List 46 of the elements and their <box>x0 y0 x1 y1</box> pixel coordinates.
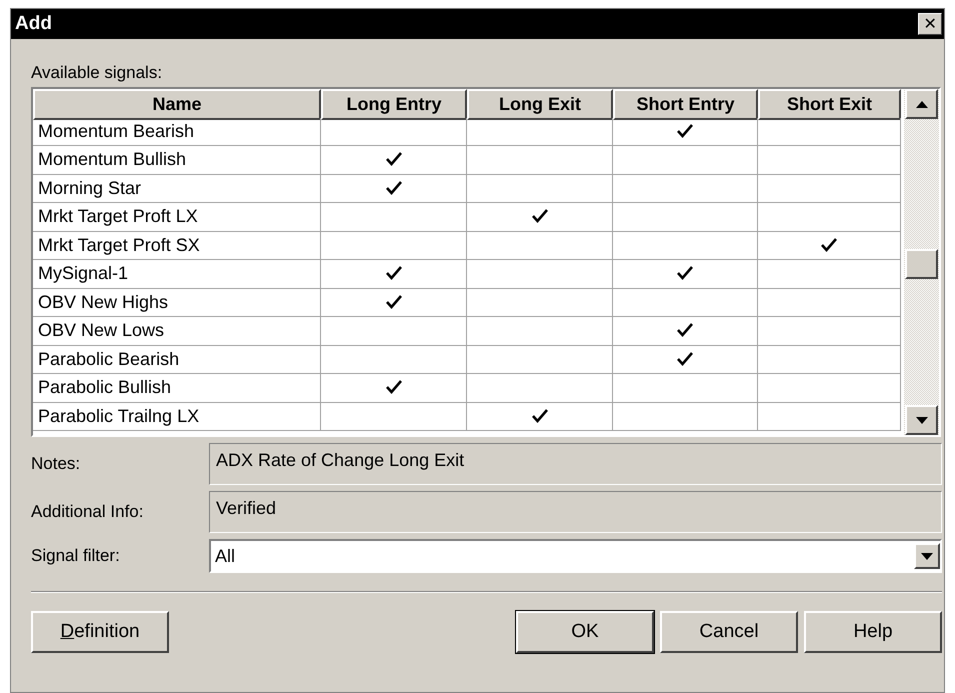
checkmark-icon <box>677 352 693 367</box>
column-header[interactable]: Long Exit <box>467 89 613 120</box>
signal-name-cell[interactable]: Momentum Bearish <box>33 118 321 146</box>
checkmark-icon <box>386 294 402 310</box>
signal-name-cell[interactable]: Parabolic Bullish <box>33 374 321 402</box>
checkmark-icon <box>677 323 693 338</box>
available-signals-label: Available signals: <box>31 63 164 83</box>
field-label: Additional Info: <box>31 502 144 522</box>
column-header[interactable]: Name <box>33 89 321 120</box>
dialog-button[interactable]: OK <box>516 611 654 653</box>
signal-name-cell[interactable]: Mrkt Target Proft SX <box>33 232 321 260</box>
signal-filter-dropdown[interactable]: All <box>209 539 942 573</box>
checkmark-icon <box>677 266 693 282</box>
window-title: Add <box>15 13 52 35</box>
checkmark-icon <box>821 238 837 253</box>
checkmark-icon <box>386 380 402 396</box>
close-button[interactable]: ✕ <box>918 13 942 35</box>
column-header[interactable]: Short Entry <box>613 89 758 120</box>
checkmark-icon <box>532 209 548 224</box>
signal-name-cell[interactable]: Parabolic Trailng LX <box>33 402 321 431</box>
vertical-scrollbar[interactable] <box>904 89 939 435</box>
signal-name-cell[interactable]: OBV New Highs <box>33 288 321 317</box>
signal-name-cell[interactable]: Momentum Bullish <box>33 146 321 174</box>
signal-name-cell[interactable]: Mrkt Target Proft LX <box>33 203 321 232</box>
field-label: Notes: <box>31 454 82 474</box>
field-label: Signal filter: <box>31 546 121 566</box>
signal-name-cell[interactable]: Morning Star <box>33 174 321 203</box>
dialog-button[interactable]: Definition <box>31 611 169 653</box>
column-header[interactable]: Long Entry <box>321 89 467 120</box>
up-arrow-icon <box>916 100 928 108</box>
dialog-button[interactable]: Cancel <box>660 611 798 653</box>
readonly-field: ADX Rate of Change Long Exit <box>209 443 942 485</box>
scrollbar-thumb[interactable] <box>905 249 938 279</box>
dropdown-arrow-icon <box>921 552 933 560</box>
column-header[interactable]: Short Exit <box>758 89 901 120</box>
signal-name-cell[interactable]: Parabolic Bearish <box>33 346 321 374</box>
dialog-button[interactable]: Help <box>804 611 942 653</box>
readonly-field: Verified <box>209 491 942 533</box>
signal-name-cell[interactable]: OBV New Lows <box>33 317 321 346</box>
signal-name-cell[interactable]: MySignal-1 <box>33 260 321 288</box>
checkmark-icon <box>386 180 402 196</box>
checkmark-icon <box>386 152 402 168</box>
checkmark-icon <box>532 408 548 424</box>
checkmark-icon <box>386 266 402 282</box>
checkmark-icon <box>677 124 693 139</box>
down-arrow-icon <box>916 416 928 424</box>
